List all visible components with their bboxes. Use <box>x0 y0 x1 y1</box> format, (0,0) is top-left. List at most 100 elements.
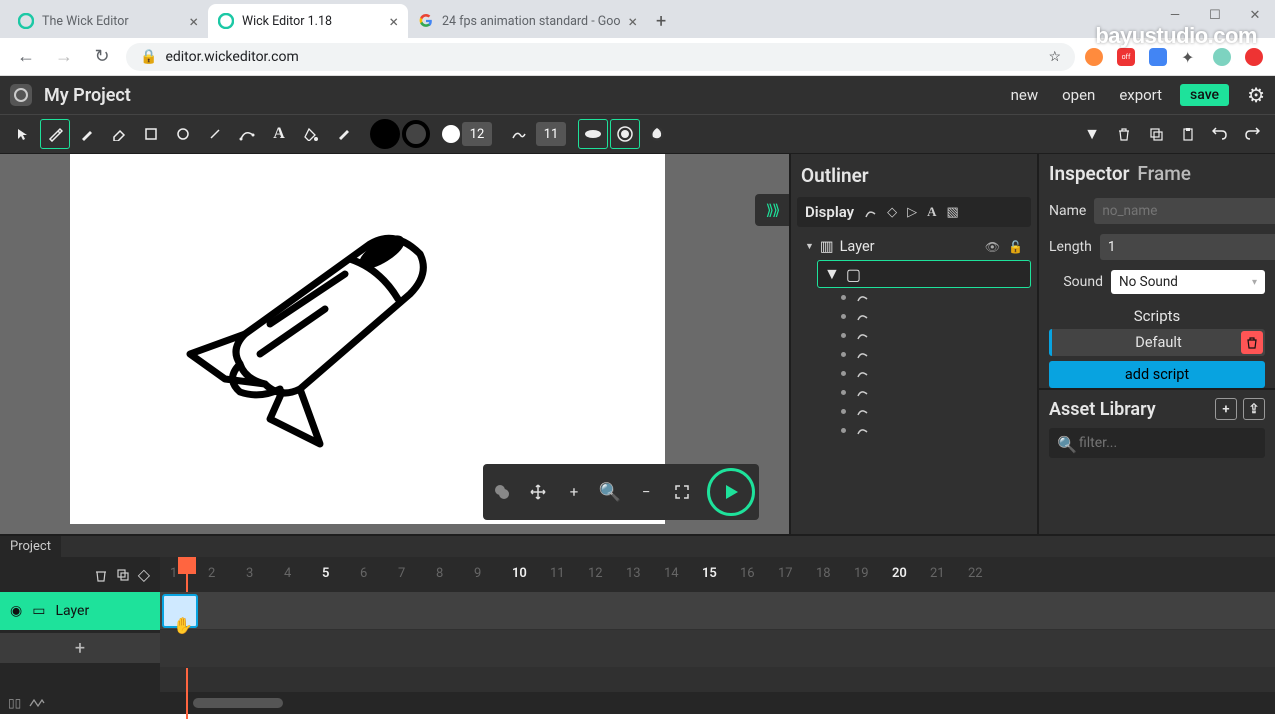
expand-icon[interactable]: ▼ <box>824 264 840 284</box>
reload-button[interactable]: ↻ <box>88 46 116 67</box>
forward-button[interactable]: → <box>50 46 78 67</box>
new-button[interactable]: new <box>1005 86 1045 104</box>
playhead[interactable] <box>178 557 196 574</box>
save-button[interactable]: save <box>1180 84 1229 106</box>
waveform-icon[interactable] <box>29 698 45 708</box>
open-button[interactable]: open <box>1056 86 1101 104</box>
visibility-icon[interactable]: 👁 <box>985 240 1000 254</box>
text-filter-icon[interactable]: A <box>927 204 936 220</box>
frame-1[interactable]: ✋ <box>162 594 198 628</box>
outliner-path[interactable] <box>841 364 1031 383</box>
copy-frame-icon[interactable] <box>116 568 130 582</box>
path-tool[interactable] <box>232 119 262 149</box>
length-input[interactable] <box>1100 234 1275 260</box>
tween-icon[interactable]: ◇ <box>138 565 150 584</box>
button-filter-icon[interactable]: ▷ <box>907 205 917 220</box>
script-default[interactable]: Default <box>1049 329 1265 356</box>
close-icon[interactable]: × <box>389 12 398 31</box>
collapse-outliner-button[interactable]: ⟫⟫ <box>755 194 789 226</box>
fill-tool[interactable] <box>296 119 326 149</box>
extensions-menu-icon[interactable]: ✦ <box>1181 48 1199 66</box>
outliner-path[interactable] <box>841 402 1031 421</box>
outliner-path[interactable] <box>841 326 1031 345</box>
extension-icon[interactable] <box>1213 48 1231 66</box>
gear-icon[interactable]: ⚙ <box>1247 83 1265 107</box>
upload-asset-button[interactable]: ⇪ <box>1243 398 1265 420</box>
outliner-path[interactable] <box>841 288 1031 307</box>
tab-wick-home[interactable]: The Wick Editor × <box>8 4 208 38</box>
delete-script-button[interactable] <box>1241 331 1263 354</box>
recenter-icon[interactable] <box>487 477 517 507</box>
name-input[interactable] <box>1094 198 1275 224</box>
timeline-track-empty[interactable] <box>160 630 1275 668</box>
extension-icon[interactable] <box>1085 48 1103 66</box>
rectangle-tool[interactable] <box>136 119 166 149</box>
timeline-ruler[interactable]: 12345678910111213141516171819202122 <box>160 557 1275 592</box>
tab-google-search[interactable]: 24 fps animation standard - Goo × <box>408 4 647 38</box>
ellipse-tool[interactable] <box>168 119 198 149</box>
smoothing-input[interactable]: 11 <box>536 122 566 146</box>
outliner-path[interactable] <box>841 421 1031 440</box>
onion-skin-icon[interactable]: ▯▯ <box>8 696 21 710</box>
add-script-button[interactable]: add script <box>1049 361 1265 388</box>
outliner-frame[interactable]: ▼ ▢ <box>817 260 1031 288</box>
line-tool[interactable] <box>200 119 230 149</box>
sound-select[interactable]: No Sound ▾ <box>1111 270 1265 294</box>
copy-icon[interactable] <box>1141 119 1171 149</box>
export-button[interactable]: export <box>1113 86 1168 104</box>
pencil-tool[interactable] <box>72 119 102 149</box>
outliner-path[interactable] <box>841 307 1031 326</box>
zoom-in-icon[interactable]: + <box>559 477 589 507</box>
path-filter-icon[interactable] <box>864 206 877 219</box>
new-tab-button[interactable]: + <box>647 7 675 35</box>
dropdown-icon[interactable]: ▼ <box>1077 119 1107 149</box>
image-filter-icon[interactable]: ▧ <box>947 205 959 220</box>
length-label: Length <box>1049 239 1092 255</box>
eyedropper-tool[interactable] <box>328 119 358 149</box>
zoom-out-icon[interactable]: − <box>631 477 661 507</box>
close-icon[interactable]: × <box>189 12 198 31</box>
clip-filter-icon[interactable]: ◇ <box>887 205 897 220</box>
fullscreen-icon[interactable] <box>667 477 697 507</box>
timeline-track[interactable]: ✋ <box>160 592 1275 630</box>
outliner-path[interactable] <box>841 383 1031 402</box>
extension-icon[interactable] <box>1149 48 1167 66</box>
eraser-tool[interactable] <box>104 119 134 149</box>
asset-filter-input[interactable] <box>1049 428 1265 458</box>
timeline-scrollbar[interactable] <box>193 698 283 708</box>
stroke-color[interactable] <box>402 120 430 148</box>
pressure-mode-3[interactable] <box>642 119 672 149</box>
add-asset-button[interactable]: + <box>1215 398 1237 420</box>
fill-color[interactable] <box>370 119 400 149</box>
back-button[interactable]: ← <box>12 46 40 67</box>
undo-icon[interactable] <box>1205 119 1235 149</box>
extension-icon[interactable]: off <box>1117 48 1135 66</box>
outliner-layer[interactable]: ▼ ▥ Layer 👁 🔓 <box>797 233 1031 260</box>
tab-wick-editor[interactable]: Wick Editor 1.18 × <box>208 4 408 38</box>
redo-icon[interactable] <box>1237 119 1267 149</box>
search-icon[interactable]: 🔍 <box>595 477 625 507</box>
address-bar[interactable]: 🔒 editor.wickeditor.com ☆ <box>126 43 1075 71</box>
add-layer-button[interactable]: + <box>0 633 160 663</box>
layer-visibility-icon[interactable]: ◉ <box>10 603 22 619</box>
lock-icon[interactable]: 🔓 <box>1008 240 1023 254</box>
pressure-mode-2[interactable] <box>610 119 640 149</box>
outliner-path[interactable] <box>841 345 1031 364</box>
paste-icon[interactable] <box>1173 119 1203 149</box>
timeline-tab[interactable]: Project <box>0 536 61 557</box>
pressure-mode-1[interactable] <box>578 119 608 149</box>
cursor-tool[interactable] <box>8 119 38 149</box>
wick-logo-icon[interactable] <box>10 84 32 106</box>
delete-frame-icon[interactable] <box>94 568 108 582</box>
text-tool[interactable]: A <box>264 119 294 149</box>
play-button[interactable] <box>707 468 755 516</box>
extension-icon[interactable] <box>1245 48 1263 66</box>
star-icon[interactable]: ☆ <box>1048 49 1061 65</box>
trash-icon[interactable] <box>1109 119 1139 149</box>
brush-size-input[interactable]: 12 <box>462 122 492 146</box>
timeline-layer[interactable]: ◉ ▭ Layer <box>0 592 160 630</box>
brush-tool[interactable] <box>40 119 70 149</box>
close-icon[interactable]: × <box>629 12 638 31</box>
expand-icon[interactable]: ▼ <box>805 241 814 252</box>
pan-icon[interactable] <box>523 477 553 507</box>
